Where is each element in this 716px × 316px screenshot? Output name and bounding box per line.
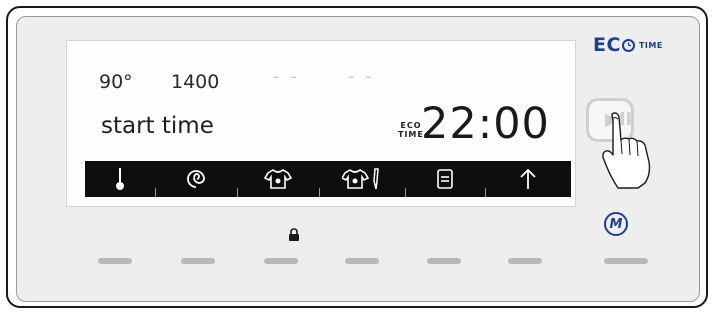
spin-icon [155,161,237,197]
options-icon [405,161,485,197]
touch-key-1[interactable] [98,258,132,264]
arrow-up-icon [485,161,571,197]
spin-value: 1400 [171,71,220,93]
placeholder-dash-1: - - [273,67,300,87]
eco-time-indicator: ECO TIME [398,121,424,139]
shirt-icon [237,161,319,197]
start-time-label: start time [101,113,214,139]
start-time-clock: 22:00 [421,99,550,149]
shirt-stain-icon [319,161,405,197]
eco-time-logo: EC TIME [593,34,663,56]
touch-key-7[interactable] [604,258,648,264]
clock-icon [621,38,635,52]
pointing-hand-icon [598,110,658,194]
menu-button[interactable]: M [604,212,628,236]
touch-key-5[interactable] [427,258,461,264]
function-icon-bar [85,161,571,197]
lock-icon [288,227,300,246]
thermometer-icon [85,161,155,197]
placeholder-dash-2: - - [348,67,375,87]
touch-key-2[interactable] [181,258,215,264]
touch-key-6[interactable] [508,258,542,264]
touch-key-3[interactable] [264,258,298,264]
temperature-value: 90° [99,71,133,93]
touch-key-4[interactable] [345,258,379,264]
lcd-display: 90° 1400 - - - - start time ECO TIME 22:… [66,40,576,207]
